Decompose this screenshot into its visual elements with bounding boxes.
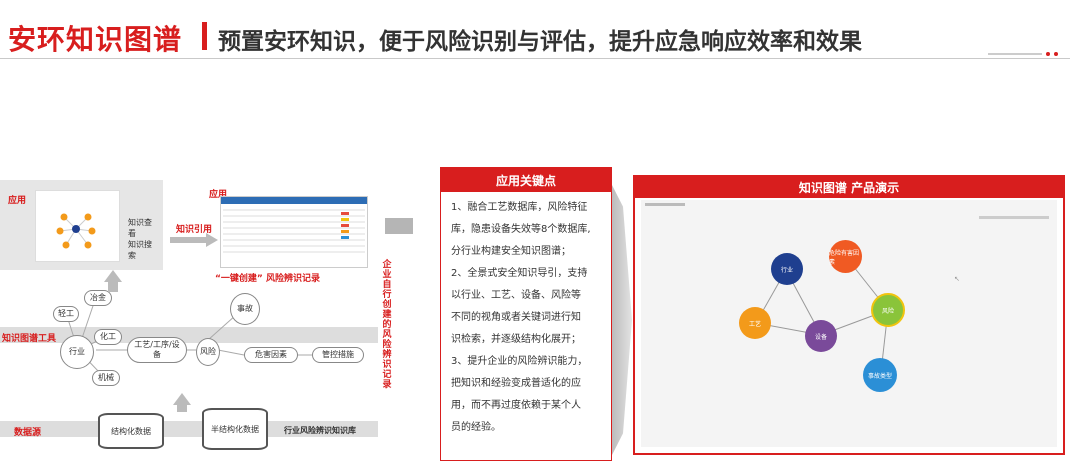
decorative-dot xyxy=(1046,52,1050,56)
key-point-line: 2、全景式安全知识导引，支持 xyxy=(451,268,588,279)
title-divider xyxy=(202,22,207,50)
node-hazard: 危害因素 xyxy=(244,347,298,363)
app-screenshot xyxy=(35,190,120,262)
graph-node-process[interactable]: 工艺 xyxy=(739,307,771,339)
architecture-diagram: 应用 知识查看 知识搜索 知识引用 应用 “一键创建” 风险辨识记录 企业自行创… xyxy=(0,175,430,467)
key-point-line: 员的经验。 xyxy=(451,422,501,433)
node-chemical: 化工 xyxy=(94,329,122,345)
node-accident: 事故 xyxy=(230,293,260,325)
enterprise-record-label: 企业自行创建的风险辨识记录 xyxy=(382,260,392,390)
knowledge-graph-lines xyxy=(65,296,312,374)
key-point-line: 识检索，并逐级结构化展开； xyxy=(451,334,581,345)
node-control: 管控措施 xyxy=(312,347,364,363)
cursor-icon: ↖ xyxy=(954,275,960,283)
table-lines xyxy=(223,209,365,253)
app-label: 应用 xyxy=(8,196,27,206)
key-point-line: 把知识和经验变成普适化的应 xyxy=(451,378,581,389)
industry-db-label: 行业风险辨识知识库 xyxy=(284,426,356,435)
structured-data-db: 结构化数据 xyxy=(98,413,164,449)
product-demo-panel: 知识图谱 产品演示 行业 危险有害因素 风险 工艺 设备 事故类型 ↖ xyxy=(633,175,1065,455)
decorative-dot xyxy=(1054,52,1058,56)
key-point-line: 库，隐患设备失效等8个数据库, xyxy=(451,224,591,235)
record-table-screenshot xyxy=(220,196,368,268)
demo-title: 知识图谱 产品演示 xyxy=(635,177,1063,198)
key-points-list: 1、融合工艺数据库，风险特征 库，隐患设备失效等8个数据库, 分行业构建安全知识… xyxy=(441,192,611,439)
key-point-line: 3、提升企业的风险辨识能力， xyxy=(451,356,588,367)
key-points-title: 应用关键点 xyxy=(441,168,611,192)
arrow-up-icon xyxy=(104,270,122,282)
graph-node-risk[interactable]: 风险 xyxy=(871,293,905,327)
node-industry: 行业 xyxy=(60,335,94,369)
node-process: 工艺/工序/设备 xyxy=(127,337,187,363)
one-click-label: “一键创建” 风险辨识记录 xyxy=(215,274,320,284)
node-machinery: 机械 xyxy=(92,370,120,386)
knowledge-view-label: 知识查看 xyxy=(128,218,152,238)
header-divider xyxy=(0,58,1070,59)
arrow-right-icon xyxy=(170,233,218,247)
page-title: 安环知识图谱 xyxy=(8,23,183,56)
node-risk: 风险 xyxy=(196,338,220,366)
node-light-industry: 轻工 xyxy=(53,306,79,322)
graph-node-equipment[interactable]: 设备 xyxy=(805,320,837,352)
graph-node-industry[interactable]: 行业 xyxy=(771,253,803,285)
key-point-line: 不同的视角或者关键词进行知 xyxy=(451,312,581,323)
semi-structured-data-db: 半结构化数据 xyxy=(202,408,268,450)
key-point-line: 用，而不再过度依赖于某个人 xyxy=(451,400,581,411)
knowledge-search-label: 知识搜索 xyxy=(128,240,152,260)
key-point-line: 分行业构建安全知识图谱； xyxy=(451,246,571,257)
header: 安环知识图谱 预置安环知识，便于风险识别与评估，提升应急响应效率和效果 xyxy=(0,0,1080,60)
key-point-line: 以行业、工艺、设备、风险等 xyxy=(451,290,581,301)
arrow-up-stem xyxy=(108,282,118,292)
mini-graph-icon xyxy=(56,213,96,249)
graph-node-accident-type[interactable]: 事故类型 xyxy=(863,358,897,392)
key-point-line: 1、融合工艺数据库，风险特征 xyxy=(451,202,588,213)
source-label: 数据源 xyxy=(14,428,42,438)
graph-node-hazard[interactable]: 危险有害因素 xyxy=(829,240,862,273)
page-subtitle: 预置安环知识，便于风险识别与评估，提升应急响应效率和效果 xyxy=(218,29,862,55)
decorative-line xyxy=(988,53,1042,55)
node-metallurgy: 冶金 xyxy=(84,290,112,306)
arrow-up-stem xyxy=(177,404,187,412)
chevron-right-icon xyxy=(612,185,632,455)
key-points-panel: 应用关键点 1、融合工艺数据库，风险特征 库，隐患设备失效等8个数据库, 分行业… xyxy=(440,167,612,461)
arrow-block xyxy=(385,218,413,234)
demo-canvas[interactable]: 行业 危险有害因素 风险 工艺 设备 事故类型 ↖ xyxy=(641,200,1057,447)
graph-edges xyxy=(755,256,889,373)
